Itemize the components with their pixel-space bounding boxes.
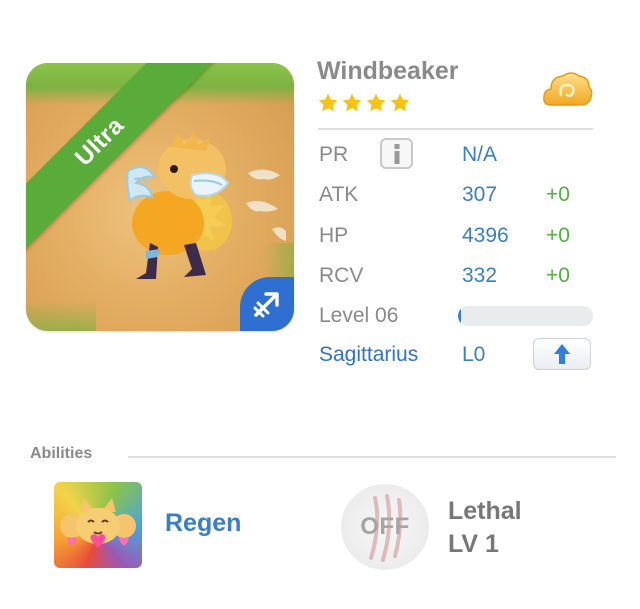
star-icon <box>366 93 386 112</box>
rcv-label: RCV <box>319 264 364 287</box>
ability-name-lethal[interactable]: Lethal <box>448 497 522 526</box>
zodiac-badge <box>240 277 294 331</box>
star-icon <box>390 93 410 112</box>
pr-label: PR <box>319 143 349 166</box>
level-label: Level 06 <box>319 304 399 327</box>
rcv-value: 332 <box>462 264 498 287</box>
zodiac-level: L0 <box>462 343 486 366</box>
atk-label: ATK <box>319 183 359 206</box>
upgrade-button[interactable] <box>533 338 591 370</box>
pr-value: N/A <box>462 143 498 166</box>
rcv-bonus: +0 <box>546 264 570 287</box>
sagittarius-arrow-icon <box>253 292 279 318</box>
level-progress-fill <box>458 306 461 326</box>
hp-label: HP <box>319 224 349 247</box>
cloud-icon <box>543 72 593 106</box>
divider <box>318 128 593 130</box>
star-icon <box>318 93 338 112</box>
off-badge-label: OFF <box>360 513 410 540</box>
ability-level-lethal: LV 1 <box>448 530 499 558</box>
abilities-section-title: Abilities <box>30 445 93 462</box>
star-icon <box>342 93 362 112</box>
atk-value: 307 <box>462 183 498 206</box>
arrow-up-icon <box>554 344 570 364</box>
creature-name: Windbeaker <box>317 57 459 85</box>
hp-value: 4396 <box>462 224 509 247</box>
info-button[interactable] <box>380 138 413 169</box>
regen-cats-icon[interactable] <box>54 482 142 568</box>
star-rating <box>317 92 411 114</box>
claw-scratch-icon[interactable]: OFF <box>341 484 429 570</box>
hp-bonus: +0 <box>546 224 570 247</box>
ability-name-regen[interactable]: Regen <box>165 509 241 538</box>
divider <box>128 456 616 458</box>
atk-bonus: +0 <box>546 183 570 206</box>
rarity-label: Ultra <box>69 111 130 172</box>
info-icon <box>394 143 399 164</box>
creature-card[interactable]: Ultra <box>26 63 294 331</box>
rarity-ribbon: Ultra <box>26 63 216 258</box>
level-progress-bar <box>458 306 593 326</box>
zodiac-sign-link[interactable]: Sagittarius <box>319 343 418 367</box>
